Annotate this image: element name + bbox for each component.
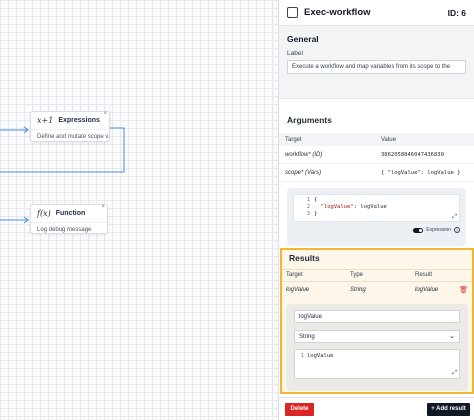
result-type-select[interactable]: String ⌄	[294, 330, 460, 343]
selected-type: String	[299, 334, 315, 340]
argument-target: scope* (Vars)	[285, 169, 322, 176]
result-target-input[interactable]: logValue	[294, 310, 460, 323]
argument-row[interactable]: workflow* (ID) 3862058846047436830	[279, 146, 474, 164]
line-number: 2	[306, 204, 310, 210]
expression-icon: x+1	[37, 116, 54, 125]
label-caption: Label	[287, 50, 303, 57]
argument-target: workflow* (ID)	[285, 151, 323, 158]
node-description: Log debug message	[37, 227, 92, 233]
general-section: General Label Execute a workflow and map…	[279, 26, 474, 98]
header-result: Result	[415, 272, 433, 278]
function-icon: f(x)	[37, 209, 51, 218]
node-id: ID: 6	[447, 7, 466, 18]
header-type: Type	[350, 272, 364, 278]
workflow-canvas[interactable]: x+1 Expressions Define and mutate scope …	[0, 0, 278, 420]
node-title: Function	[55, 210, 86, 217]
close-icon[interactable]: ×	[101, 204, 105, 210]
result-row[interactable]: logValue String logValue 🗑	[282, 282, 472, 298]
function-node[interactable]: f(x) Function Log debug message ×	[30, 204, 108, 234]
help-icon[interactable]: ?	[454, 227, 460, 233]
result-value: logValue	[415, 287, 439, 293]
expand-icon[interactable]: ⤢	[452, 369, 457, 377]
line-number: 1	[306, 197, 310, 203]
line-number: 3	[306, 211, 310, 217]
code-text: {	[314, 197, 318, 203]
results-header: Target Type Result	[282, 270, 472, 282]
code-text: }	[314, 211, 318, 217]
code-text: : logValue	[353, 204, 387, 210]
panel-title: Exec-workflow	[304, 7, 371, 18]
expression-label: Expression	[426, 227, 451, 233]
add-result-button[interactable]: + Add result	[427, 403, 470, 416]
result-target: logValue	[286, 287, 310, 293]
node-description: Define and mutate scope v...	[37, 134, 109, 140]
result-code-editor[interactable]: 1 logValue ⤢	[294, 349, 460, 379]
expressions-node[interactable]: x+1 Expressions Define and mutate scope …	[30, 111, 110, 142]
results-section: Results Target Type Result logValue Stri…	[280, 248, 474, 394]
panel-footer: Delete + Add result	[279, 397, 474, 420]
header-target: Target	[286, 272, 303, 278]
code-editor[interactable]: 1 { 2 "logValue": logValue 3} ⤢	[293, 194, 460, 222]
code-text: logValue	[307, 353, 334, 359]
expression-toggle[interactable]	[413, 227, 424, 233]
code-key: "logValue"	[320, 204, 354, 210]
result-editor-card: logValue String ⌄ 1 logValue ⤢	[286, 304, 468, 391]
scope-editor-card: 1 { 2 "logValue": logValue 3} ⤢ Expressio…	[287, 188, 466, 246]
argument-row[interactable]: scope* (Vars) { "logValue": logValue }	[279, 164, 474, 182]
result-type: String	[350, 287, 366, 293]
argument-value: { "logValue": logValue }	[381, 169, 461, 176]
chevron-down-icon: ⌄	[449, 333, 455, 340]
close-icon[interactable]: ×	[103, 111, 107, 117]
trash-icon[interactable]: 🗑	[459, 286, 468, 294]
expression-toggle-row: Expression ?	[293, 227, 460, 233]
arguments-title: Arguments	[279, 98, 474, 133]
header-target: Target	[285, 136, 302, 143]
general-title: General	[287, 34, 319, 44]
expand-icon[interactable]: ⤢	[452, 213, 457, 220]
panel-header: Exec-workflow ID: 6	[279, 0, 474, 26]
node-title: Expressions	[58, 117, 100, 124]
arguments-header: Target Value	[279, 133, 474, 146]
argument-value: 3862058846047436830	[381, 151, 444, 158]
node-checkbox[interactable]	[287, 7, 298, 18]
line-number: 1	[300, 353, 304, 359]
header-value: Value	[381, 136, 396, 143]
results-title: Results	[282, 250, 472, 270]
label-input[interactable]: Execute a workflow and map variables fro…	[287, 60, 466, 74]
delete-button[interactable]: Delete	[285, 403, 314, 416]
